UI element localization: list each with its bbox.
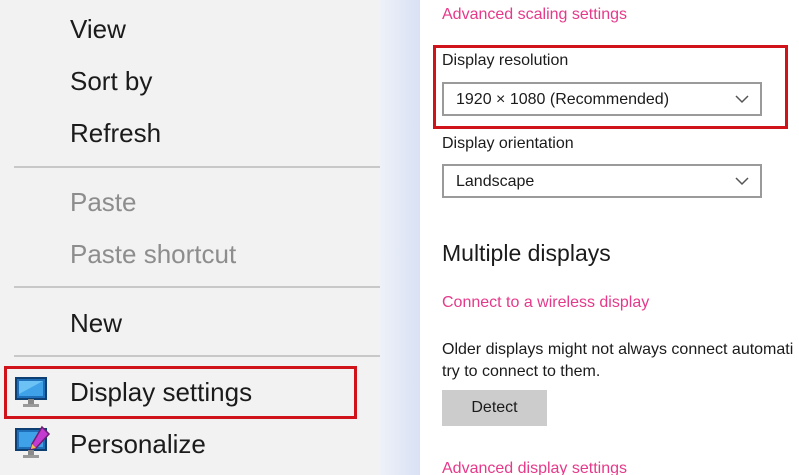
multiple-displays-heading: Multiple displays (442, 240, 611, 266)
advanced-scaling-link[interactable]: Advanced scaling settings (442, 6, 627, 24)
menu-item-sort-by[interactable]: Sort by (70, 66, 152, 96)
chevron-down-icon (735, 177, 749, 186)
highlight-display-resolution (433, 45, 788, 129)
highlight-display-settings (4, 366, 357, 419)
wireless-display-link[interactable]: Connect to a wireless display (442, 294, 649, 312)
orientation-value: Landscape (456, 173, 535, 190)
window-edge-gradient (380, 0, 420, 475)
advanced-display-link[interactable]: Advanced display settings (442, 460, 627, 475)
menu-item-paste-shortcut: Paste shortcut (70, 239, 237, 269)
menu-separator (14, 166, 380, 168)
menu-item-refresh[interactable]: Refresh (70, 118, 161, 148)
orientation-label: Display orientation (442, 135, 574, 152)
detect-button[interactable]: Detect (442, 390, 547, 426)
display-settings-pane: Advanced scaling settings Display resolu… (420, 0, 799, 475)
older-displays-text-line1: Older displays might not always connect … (442, 341, 794, 358)
menu-separator (14, 355, 380, 357)
context-menu: View Sort by Refresh Paste Paste shortcu… (0, 0, 380, 475)
menu-separator (14, 286, 380, 288)
menu-item-view[interactable]: View (70, 14, 126, 44)
menu-item-paste: Paste (70, 187, 137, 217)
menu-item-personalize[interactable]: Personalize (70, 429, 206, 459)
older-displays-text-line2: try to connect to them. (442, 363, 601, 380)
orientation-dropdown[interactable]: Landscape (442, 164, 762, 198)
personalize-icon (15, 425, 51, 458)
menu-item-new[interactable]: New (70, 308, 122, 338)
